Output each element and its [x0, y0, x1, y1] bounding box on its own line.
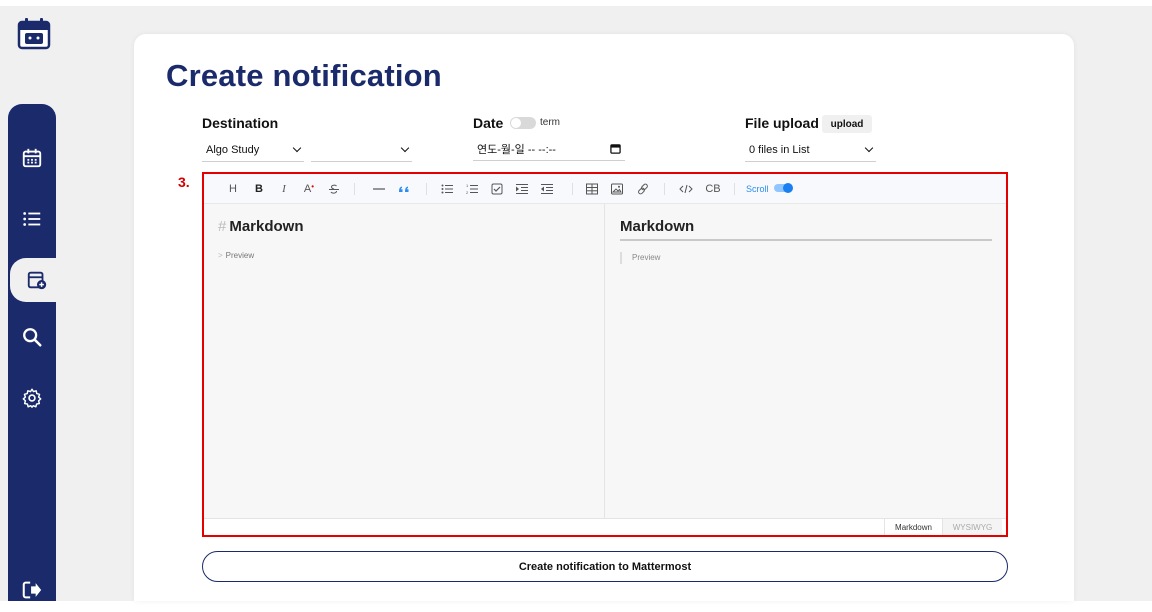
strikethrough-icon — [329, 184, 339, 194]
calendar-add-icon — [27, 271, 47, 290]
markdown-quote-text: Preview — [225, 251, 255, 260]
preview-pane: Markdown Preview — [606, 204, 1006, 518]
table-button[interactable] — [585, 181, 599, 197]
create-notification-button[interactable]: Create notification to Mattermost — [202, 551, 1008, 582]
sidebar-item-settings[interactable] — [8, 376, 56, 420]
markdown-heading-line: # Markdown — [218, 218, 304, 235]
image-icon — [611, 183, 623, 195]
tab-markdown[interactable]: Markdown — [884, 519, 942, 535]
ordered-list-icon: 12 — [466, 183, 478, 195]
sidebar-item-create[interactable] — [10, 258, 64, 302]
strikethrough-button[interactable] — [326, 181, 342, 197]
checkbox-icon — [491, 183, 503, 195]
color-dot-icon: • — [311, 181, 315, 191]
markdown-heading-text: Markdown — [229, 218, 304, 235]
preview-heading: Markdown — [620, 218, 992, 241]
sidebar-item-list[interactable] — [8, 197, 56, 241]
file-list-select-value: 0 files in List — [749, 143, 810, 156]
text-color-button[interactable]: A • — [301, 181, 317, 197]
gear-icon — [22, 388, 42, 408]
app-logo-icon[interactable] — [16, 16, 52, 52]
file-list-select[interactable]: 0 files in List — [745, 138, 876, 162]
italic-button[interactable]: I — [277, 181, 291, 197]
link-button[interactable] — [636, 181, 650, 197]
svg-text:1: 1 — [466, 183, 469, 188]
destination-select-value: Algo Study — [206, 143, 260, 156]
destination-sub-select[interactable] — [311, 138, 412, 162]
editor-mode-tabs: Markdown WYSIWYG — [204, 518, 1006, 535]
term-toggle-label: term — [540, 117, 560, 128]
toolbar-divider — [354, 183, 355, 195]
toolbar-divider — [426, 183, 427, 195]
chevron-down-icon — [292, 143, 302, 153]
sidebar — [8, 104, 64, 601]
sidebar-item-calendar[interactable] — [8, 136, 56, 180]
horizontal-rule-icon — [373, 188, 385, 190]
heading-hash-mark: # — [218, 218, 227, 235]
page-title: Create notification — [166, 58, 442, 93]
horizontal-rule-button[interactable] — [372, 181, 386, 197]
bullet-list-button[interactable] — [440, 181, 454, 197]
scroll-sync-toggle[interactable] — [774, 183, 793, 193]
list-icon — [23, 212, 41, 226]
editor-toolbar: H B I A • 12 CB Scroll — [204, 174, 1006, 204]
bold-button[interactable]: B — [252, 181, 266, 197]
scroll-sync-label: Scroll — [746, 184, 769, 194]
destination-select[interactable]: Algo Study — [202, 138, 304, 162]
link-icon — [638, 183, 648, 195]
toolbar-divider — [572, 183, 573, 195]
chevron-down-icon — [400, 143, 410, 153]
code-icon — [679, 184, 693, 194]
ordered-list-button[interactable]: 12 — [465, 181, 479, 197]
date-input-value: 연도-월-일 -- --:-- — [477, 143, 556, 156]
term-toggle[interactable] — [510, 117, 536, 129]
markdown-editor: H B I A • 12 CB Scroll # Markdown > Prev… — [202, 172, 1008, 537]
outdent-icon — [541, 184, 553, 194]
quote-marker: > — [218, 251, 223, 260]
calendar-picker-icon[interactable] — [610, 143, 621, 154]
code-button[interactable] — [678, 181, 694, 197]
step-number-label: 3. — [178, 174, 190, 190]
quote-icon — [399, 186, 409, 192]
svg-text:2: 2 — [466, 190, 469, 195]
codeblock-button[interactable]: CB — [704, 181, 722, 197]
quote-button[interactable] — [397, 181, 411, 197]
logout-button[interactable] — [8, 568, 56, 612]
indent-icon — [516, 184, 528, 194]
toolbar-divider — [734, 183, 735, 195]
text-color-label: A — [303, 183, 312, 195]
bullet-list-icon — [441, 184, 453, 194]
preview-blockquote: Preview — [620, 252, 660, 264]
markdown-quote-line: > Preview — [218, 251, 254, 260]
tab-wysiwyg[interactable]: WYSIWYG — [942, 519, 1002, 535]
image-button[interactable] — [610, 181, 624, 197]
outdent-button[interactable] — [540, 181, 554, 197]
heading-button[interactable]: H — [226, 181, 240, 197]
task-list-button[interactable] — [490, 181, 504, 197]
markdown-input-pane[interactable]: # Markdown > Preview — [204, 204, 605, 518]
sidebar-item-search[interactable] — [8, 315, 56, 359]
logout-icon — [22, 581, 42, 599]
calendar-icon — [22, 148, 42, 168]
date-input[interactable]: 연도-월-일 -- --:-- — [473, 137, 625, 161]
upload-button[interactable]: upload — [822, 115, 872, 133]
search-icon — [23, 328, 42, 347]
file-upload-label: File upload — [745, 115, 819, 131]
indent-button[interactable] — [515, 181, 529, 197]
date-label: Date — [473, 115, 504, 131]
destination-label: Destination — [202, 115, 279, 131]
chevron-down-icon — [864, 143, 874, 153]
table-icon — [586, 183, 598, 195]
toolbar-divider — [664, 183, 665, 195]
